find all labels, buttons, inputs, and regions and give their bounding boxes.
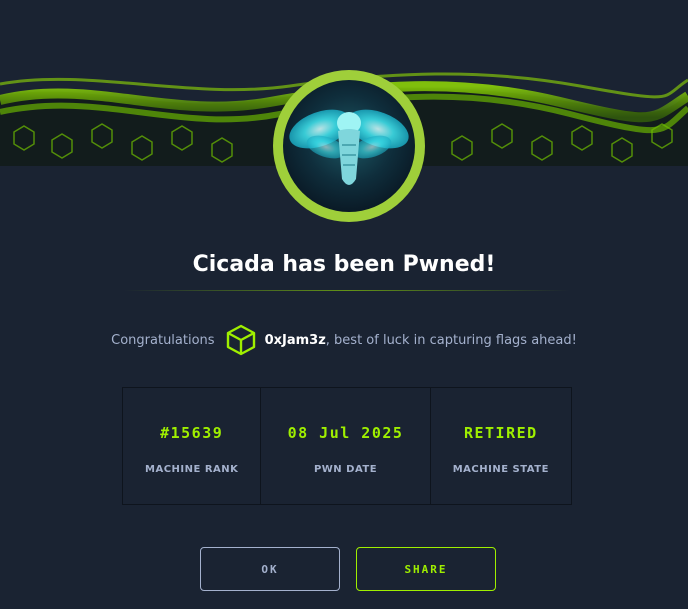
username-link[interactable]: 0xJam3z	[265, 333, 326, 348]
congrats-suffix: , best of luck in capturing flags ahead!	[325, 332, 577, 348]
title-divider	[124, 290, 570, 291]
stat-label: MACHINE RANK	[145, 464, 239, 475]
pwned-dialog: Cicada has been Pwned! Congratulations 0…	[0, 0, 688, 609]
stat-value: #15639	[160, 424, 224, 442]
stat-value: 08 Jul 2025	[287, 424, 404, 442]
stat-pwn-date: 08 Jul 2025 PWN DATE	[261, 388, 431, 504]
stat-label: PWN DATE	[313, 464, 378, 475]
stat-value: RETIRED	[463, 424, 538, 442]
share-button[interactable]: SHARE	[356, 547, 496, 591]
cicada-avatar-icon	[273, 70, 425, 222]
stat-machine-rank: #15639 MACHINE RANK	[123, 388, 262, 504]
congrats-message: Congratulations 0xJam3z , best of luck i…	[0, 322, 688, 358]
stats-panel: #15639 MACHINE RANK 08 Jul 2025 PWN DATE…	[122, 387, 572, 505]
congrats-prefix: Congratulations	[111, 332, 215, 348]
stat-machine-state: RETIRED MACHINE STATE	[431, 388, 571, 504]
stat-label: MACHINE STATE	[452, 464, 549, 475]
cube-icon	[226, 324, 255, 356]
ok-button[interactable]: OK	[200, 547, 340, 591]
page-title: Cicada has been Pwned!	[192, 252, 496, 277]
